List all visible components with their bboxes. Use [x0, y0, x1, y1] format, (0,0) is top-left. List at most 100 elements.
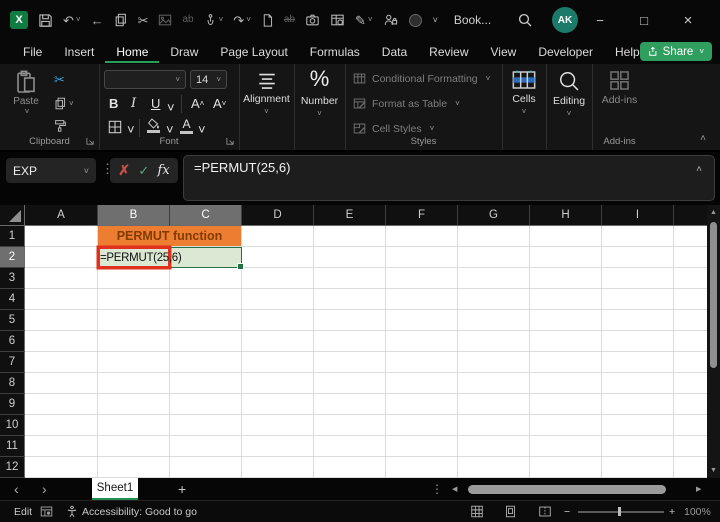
- cell[interactable]: [25, 394, 98, 415]
- prev-sheet-icon[interactable]: ‹: [14, 478, 19, 500]
- cell[interactable]: [674, 310, 707, 331]
- row-header-2[interactable]: 2: [0, 247, 25, 268]
- cell[interactable]: [25, 415, 98, 436]
- cell[interactable]: [242, 436, 314, 457]
- font-size-combo[interactable]: 14 ˅: [190, 70, 227, 89]
- borders-button[interactable]: [108, 120, 122, 134]
- cell-styles-button[interactable]: Cell Styles ˅: [353, 122, 434, 135]
- cell[interactable]: [98, 268, 170, 289]
- horizontal-scroll-thumb[interactable]: [468, 485, 666, 494]
- cell[interactable]: [242, 457, 314, 478]
- alignment-button[interactable]: Alignment ˅: [239, 72, 294, 116]
- cell[interactable]: [314, 247, 386, 268]
- cell[interactable]: [98, 289, 170, 310]
- format-painter-button[interactable]: [54, 119, 74, 132]
- cell[interactable]: [458, 226, 530, 247]
- paste-button[interactable]: Paste ˅: [8, 70, 44, 116]
- tab-view[interactable]: View: [480, 42, 528, 63]
- cell[interactable]: [25, 352, 98, 373]
- column-header-b[interactable]: B: [98, 205, 170, 226]
- cut-button[interactable]: ✂: [54, 72, 74, 88]
- cell[interactable]: [530, 436, 602, 457]
- tab-formulas[interactable]: Formulas: [299, 42, 371, 63]
- redo-icon[interactable]: ↷ ˅: [233, 14, 251, 27]
- column-header-h[interactable]: H: [530, 205, 602, 226]
- copy-icon[interactable]: [114, 13, 128, 27]
- font-dialog-launcher-icon[interactable]: [226, 137, 235, 146]
- touch-mode-icon[interactable]: ˅: [204, 13, 223, 27]
- scroll-left-icon[interactable]: ◀: [452, 478, 457, 500]
- cell[interactable]: [602, 415, 674, 436]
- cell[interactable]: [386, 415, 458, 436]
- cell[interactable]: [530, 247, 602, 268]
- cell[interactable]: [314, 415, 386, 436]
- font-color-button[interactable]: A: [180, 118, 193, 134]
- borders-chevron-icon[interactable]: ˅: [127, 123, 135, 136]
- tab-developer[interactable]: Developer: [527, 42, 604, 63]
- new-document-icon[interactable]: [261, 13, 274, 27]
- row-header-3[interactable]: 3: [0, 268, 25, 289]
- cell[interactable]: [530, 394, 602, 415]
- cell[interactable]: [98, 352, 170, 373]
- select-all-corner[interactable]: [0, 205, 25, 226]
- cell[interactable]: [170, 310, 242, 331]
- column-header-d[interactable]: D: [242, 205, 314, 226]
- vertical-scroll-thumb[interactable]: [710, 222, 717, 368]
- collapse-ribbon-icon[interactable]: ˄: [700, 133, 706, 144]
- name-box[interactable]: EXP ˅: [6, 158, 96, 183]
- cell[interactable]: [242, 352, 314, 373]
- fill-handle[interactable]: [237, 263, 244, 270]
- cell[interactable]: [458, 331, 530, 352]
- row-header-5[interactable]: 5: [0, 310, 25, 331]
- cell[interactable]: [170, 268, 242, 289]
- formula-input[interactable]: =PERMUT(25,6) ˄: [183, 155, 715, 201]
- cell[interactable]: [25, 457, 98, 478]
- cell[interactable]: [25, 247, 98, 268]
- cell[interactable]: [314, 268, 386, 289]
- italic-button[interactable]: I: [131, 97, 136, 110]
- format-as-table-button[interactable]: Format as Table ˅: [353, 97, 460, 110]
- column-header-g[interactable]: G: [458, 205, 530, 226]
- cell[interactable]: [674, 352, 707, 373]
- tab-home[interactable]: Home: [105, 42, 160, 63]
- cell[interactable]: [674, 457, 707, 478]
- row-header-6[interactable]: 6: [0, 331, 25, 352]
- cell[interactable]: [170, 394, 242, 415]
- cell[interactable]: [170, 457, 242, 478]
- cell[interactable]: [602, 247, 674, 268]
- cell[interactable]: [458, 457, 530, 478]
- cell[interactable]: [98, 436, 170, 457]
- fill-color-button[interactable]: [147, 118, 160, 133]
- cells-button[interactable]: Cells ˅: [502, 70, 546, 116]
- cell[interactable]: [242, 415, 314, 436]
- sheet-tab-sheet1[interactable]: Sheet1: [92, 478, 138, 500]
- cell[interactable]: [25, 268, 98, 289]
- cell[interactable]: [386, 247, 458, 268]
- cell[interactable]: [602, 289, 674, 310]
- cell[interactable]: [386, 289, 458, 310]
- row-header-8[interactable]: 8: [0, 373, 25, 394]
- cell[interactable]: [242, 331, 314, 352]
- cell[interactable]: [674, 226, 707, 247]
- cell[interactable]: [458, 394, 530, 415]
- camera-icon[interactable]: [305, 13, 320, 27]
- zoom-level[interactable]: 100%: [684, 501, 711, 522]
- add-sheet-icon[interactable]: +: [178, 478, 186, 500]
- cell[interactable]: [314, 394, 386, 415]
- person-lock-icon[interactable]: [383, 13, 398, 27]
- cell[interactable]: [386, 226, 458, 247]
- sheet-options-icon[interactable]: ⋮: [431, 478, 443, 500]
- minimize-button[interactable]: −: [578, 0, 622, 40]
- cell[interactable]: [674, 289, 707, 310]
- cell[interactable]: [314, 289, 386, 310]
- cell[interactable]: [458, 436, 530, 457]
- cell[interactable]: [25, 310, 98, 331]
- column-header-e[interactable]: E: [314, 205, 386, 226]
- cell[interactable]: [314, 310, 386, 331]
- cell[interactable]: [530, 352, 602, 373]
- cell[interactable]: [314, 331, 386, 352]
- cell[interactable]: [458, 352, 530, 373]
- cell[interactable]: [530, 289, 602, 310]
- cell[interactable]: [386, 394, 458, 415]
- cell[interactable]: [530, 268, 602, 289]
